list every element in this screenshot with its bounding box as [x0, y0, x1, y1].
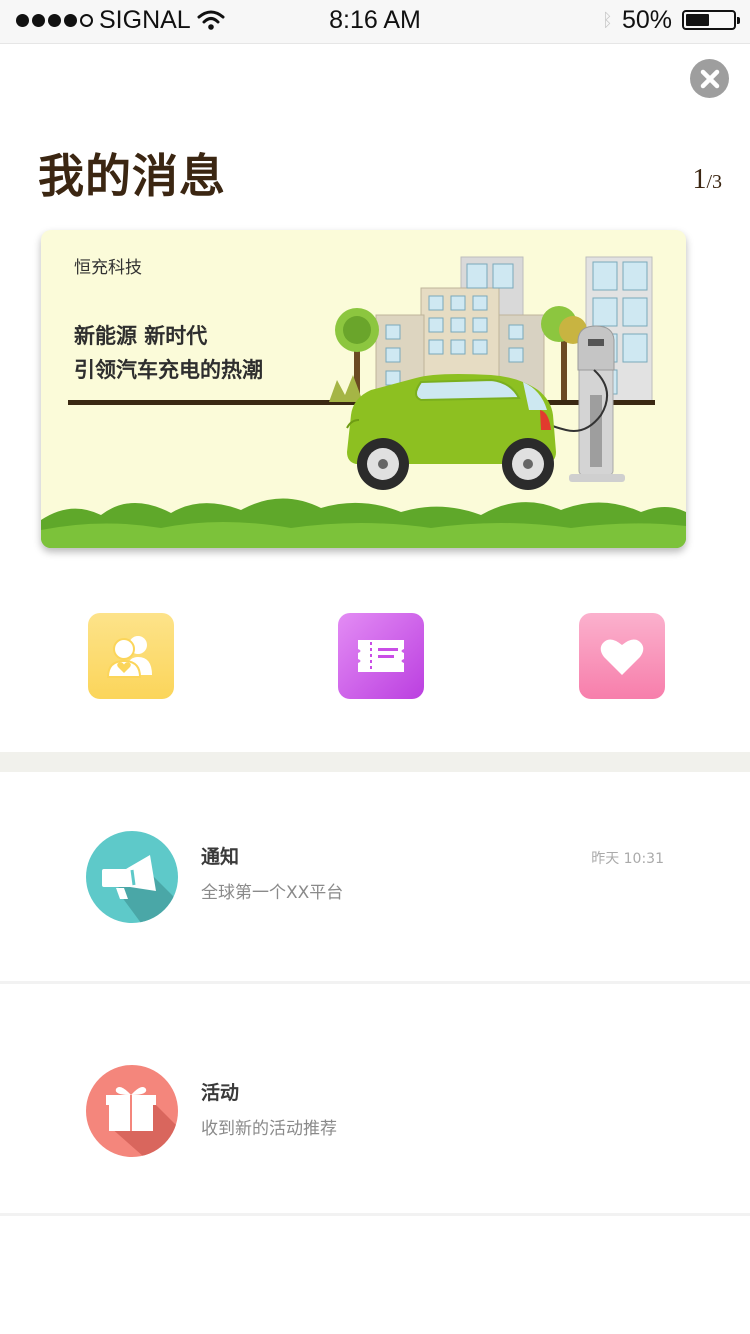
page-total: 3	[712, 171, 722, 193]
message-avatar	[86, 831, 178, 923]
banner-headline-1: 新能源 新时代	[74, 324, 208, 348]
coupons-shortcut-button[interactable]	[338, 613, 424, 699]
promo-banner[interactable]: 恒充科技 新能源 新时代 引领汽车充电的热潮	[41, 230, 686, 548]
message-subtitle: 全球第一个XX平台	[201, 883, 344, 903]
battery-indicator: ᛒ 50%	[601, 5, 740, 34]
message-title: 通知	[201, 846, 240, 868]
message-subtitle: 收到新的活动推荐	[201, 1119, 337, 1139]
section-divider	[0, 752, 750, 772]
bluetooth-icon: ᛒ	[601, 10, 613, 30]
friends-shortcut-button[interactable]	[88, 613, 174, 699]
battery-percent: 50%	[621, 5, 672, 34]
battery-icon	[682, 10, 740, 30]
gift-icon	[106, 1087, 178, 1157]
message-title: 活动	[201, 1082, 240, 1104]
status-bar: SIGNAL 8:16 AM ᛒ 50%	[0, 0, 750, 44]
ticket-icon	[358, 640, 404, 672]
close-button[interactable]	[690, 59, 729, 98]
favorites-shortcut-button[interactable]	[579, 613, 665, 699]
megaphone-icon	[102, 855, 178, 923]
heart-icon	[600, 639, 644, 675]
banner-headline-2: 引领汽车充电的热潮	[74, 358, 263, 382]
banner-brand: 恒充科技	[74, 258, 142, 278]
page-indicator: 1/3	[692, 164, 722, 196]
message-avatar	[86, 1065, 178, 1157]
message-item-activity[interactable]: 活动 收到新的活动推荐	[0, 1004, 750, 1216]
page-title: 我的消息	[38, 149, 226, 203]
close-icon	[700, 69, 719, 88]
green-car	[346, 374, 556, 490]
message-time: 昨天 10:31	[591, 851, 664, 867]
page-current: 1	[692, 164, 707, 195]
users-heart-icon	[106, 636, 152, 678]
message-item-notice[interactable]: 通知 全球第一个XX平台 昨天 10:31	[0, 772, 750, 984]
